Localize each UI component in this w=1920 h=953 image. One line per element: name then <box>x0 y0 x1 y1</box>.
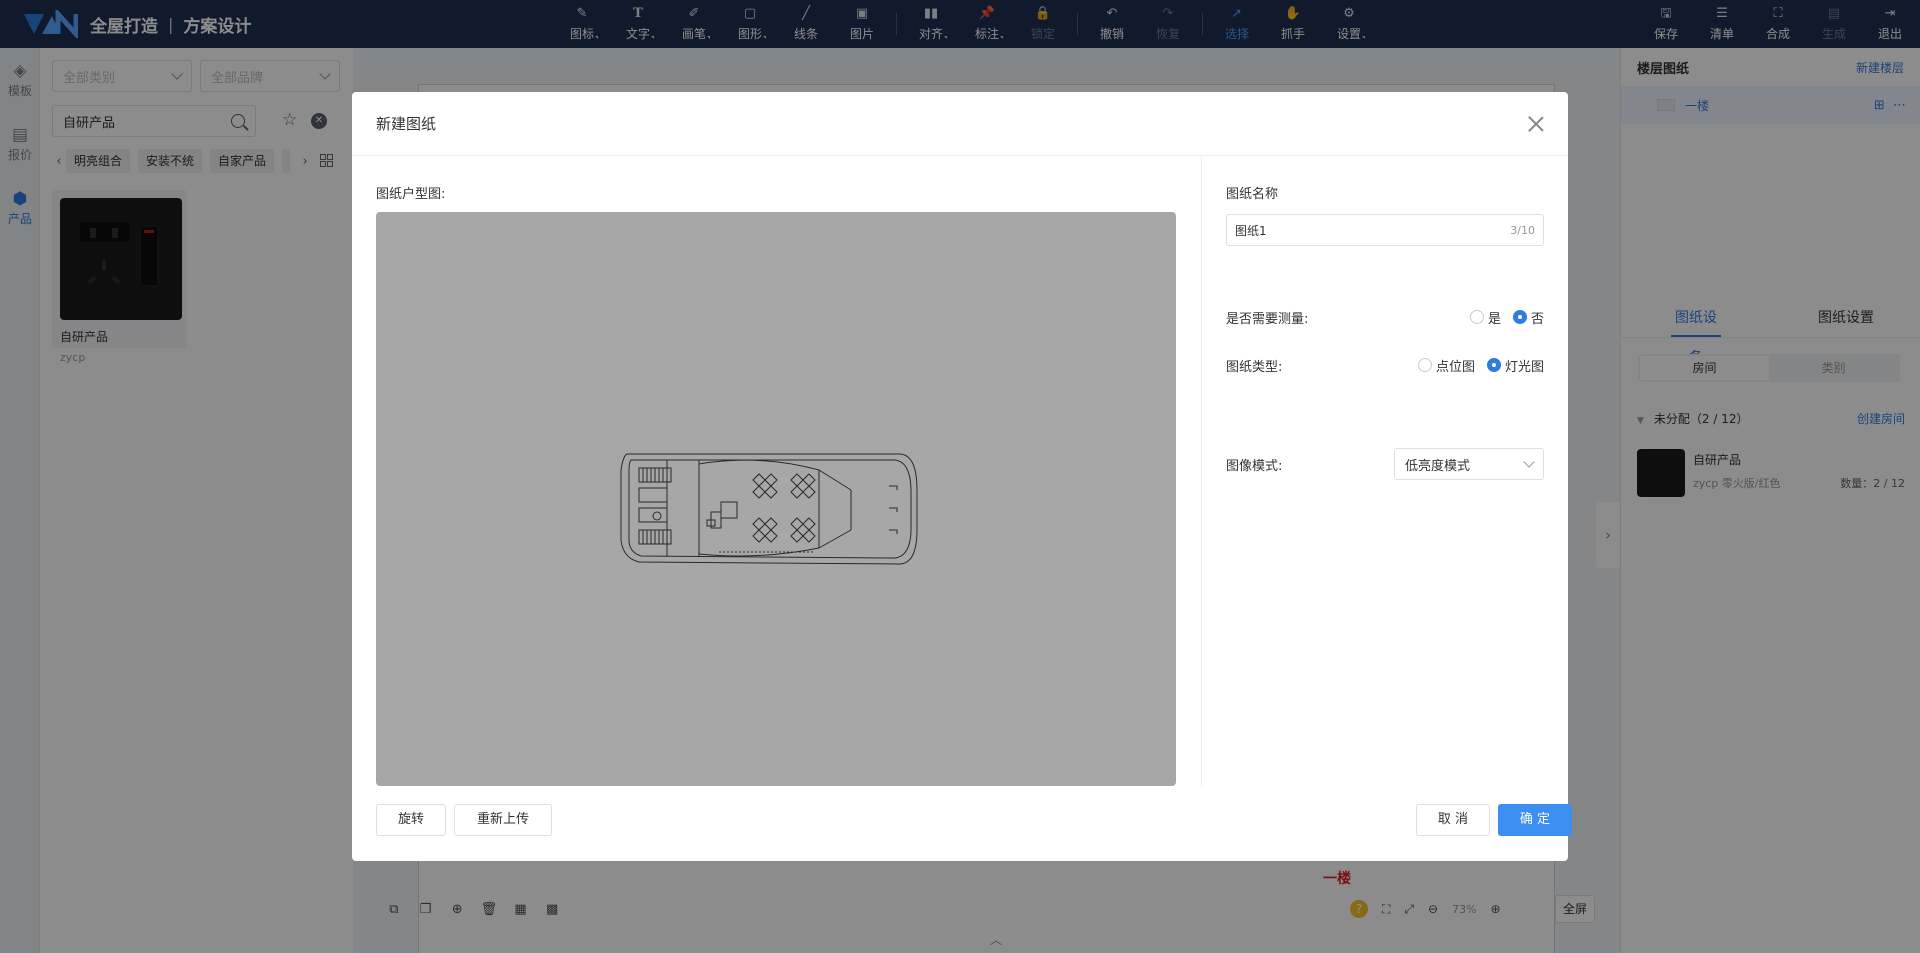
floor-plan-section: 图纸户型图: <box>376 156 1176 786</box>
chevron-down-icon <box>1523 456 1535 468</box>
rotate-button[interactable]: 旋转 <box>376 804 446 836</box>
sheet-type-radio-group: 点位图 灯光图 <box>1406 356 1544 375</box>
image-mode-label: 图像模式: <box>1226 458 1283 474</box>
measure-row: 是否需要测量: 是 否 <box>1226 307 1544 327</box>
sheet-type-label: 图纸类型: <box>1226 359 1283 375</box>
radio-circle-icon <box>1469 310 1484 324</box>
type-point-radio[interactable]: 点位图 <box>1417 356 1475 375</box>
image-mode-value: 低亮度模式 <box>1405 458 1471 474</box>
dialog-footer: 旋转 重新上传 取 消 确 定 <box>376 804 1572 836</box>
sheet-name-value: 图纸1 <box>1235 223 1267 238</box>
image-mode-row: 图像模式: <box>1226 454 1386 474</box>
radio-label: 灯光图 <box>1504 359 1544 375</box>
confirm-button[interactable]: 确 定 <box>1498 804 1572 836</box>
char-counter: 3/10 <box>1510 223 1535 237</box>
dialog-title: 新建图纸 <box>376 115 437 133</box>
radio-circle-icon <box>1417 358 1432 372</box>
dialog-divider <box>1201 156 1202 786</box>
sheet-form: 图纸名称 图纸1 3/10 是否需要测量: 是 否 图纸类型: 点位图 灯光图 … <box>1226 156 1544 786</box>
close-icon[interactable] <box>1528 116 1544 132</box>
sheet-name-input[interactable]: 图纸1 3/10 <box>1226 214 1544 246</box>
radio-checked-icon <box>1512 310 1527 324</box>
image-mode-select[interactable]: 低亮度模式 <box>1394 448 1544 480</box>
sheet-name-label: 图纸名称 <box>1226 187 1279 202</box>
new-sheet-dialog: 新建图纸 图纸户型图: 图纸名称 图纸1 3/10 是否需要测量: 是 否 图纸… <box>352 92 1572 861</box>
floor-plan-preview <box>376 212 1176 786</box>
sheet-type-row: 图纸类型: 点位图 灯光图 <box>1226 355 1544 375</box>
measure-label: 是否需要测量: <box>1226 311 1309 327</box>
floor-plan-label: 图纸户型图: <box>376 187 446 202</box>
floor-plan-drawing <box>620 453 918 565</box>
radio-label: 否 <box>1530 311 1544 327</box>
measure-no-radio[interactable]: 否 <box>1512 308 1544 327</box>
radio-checked-icon <box>1486 358 1501 372</box>
dialog-header: 新建图纸 <box>352 92 1568 156</box>
cancel-button[interactable]: 取 消 <box>1416 804 1490 836</box>
radio-label: 是 <box>1487 311 1501 327</box>
type-lighting-radio[interactable]: 灯光图 <box>1486 356 1544 375</box>
measure-yes-radio[interactable]: 是 <box>1469 308 1501 327</box>
radio-label: 点位图 <box>1435 359 1475 375</box>
reupload-button[interactable]: 重新上传 <box>454 804 552 836</box>
measure-radio-group: 是 否 <box>1458 308 1544 327</box>
